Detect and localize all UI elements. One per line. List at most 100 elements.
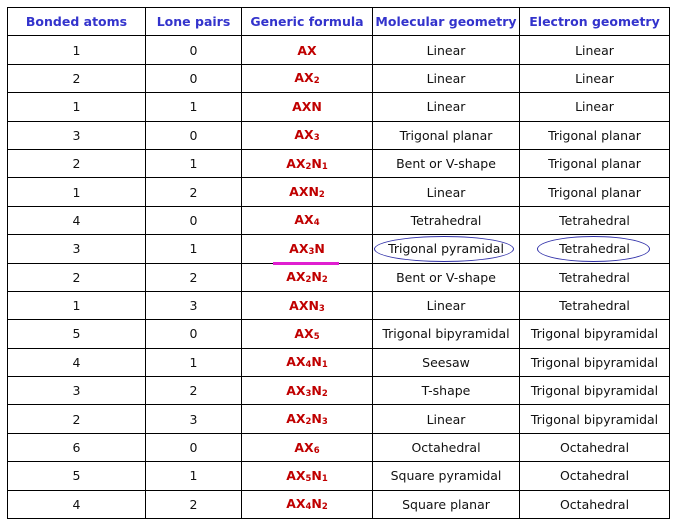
generic-formula-cell: AX2N1 [241,148,373,179]
generic-formula-cell: AX4N2 [241,489,373,520]
lone-pairs-cell: 0 [145,205,242,236]
lone-pairs-cell: 0 [145,35,242,65]
header-molecular-geometry: Molecular geometry [372,6,520,37]
generic-formula-cell: AX [241,35,373,65]
lone-pairs-cell: 3 [145,404,242,434]
lone-pairs-cell: 0 [145,120,242,150]
bonded-atoms-cell: 2 [7,404,146,434]
table-row: 1 2 AXN2 Linear Trigonal planar [7,177,670,207]
formula-text: AX2N1 [286,155,328,172]
table-row: 4 2 AX4N2 Square planar Octahedral [7,489,670,520]
electron-geometry-cell: Trigonal bipyramidal [519,319,670,349]
molecular-geometry-text: Trigonal bipyramidal [382,326,510,342]
formula-text: AX2 [294,70,320,87]
molecular-geometry-cell: Seesaw [372,347,520,378]
bonded-atoms-cell: 5 [7,461,146,491]
generic-formula-cell: AX3N [241,234,373,265]
formula-text: AX5N1 [286,467,328,484]
formula-text: AXN [292,99,322,115]
molecular-geometry-cell: Linear [372,92,520,122]
lone-pairs-cell: 0 [145,432,242,463]
molecular-geometry-text: Trigonal planar [399,127,493,143]
formula-text: AX2N3 [286,411,328,428]
molecular-geometry-cell: T-shape [372,376,520,406]
molecular-geometry-text: Bent or V-shape [396,156,496,172]
formula-text: AX5 [294,325,320,342]
generic-formula-cell: AX2N3 [241,404,373,434]
electron-geometry-cell: Tetrahedral [519,262,670,292]
bonded-atoms-cell: 3 [7,376,146,406]
molecular-geometry-cell: Bent or V-shape [372,148,520,179]
electron-geometry-cell: Tetrahedral [519,234,670,264]
bonded-atoms-cell: 2 [7,63,146,94]
bonded-atoms-cell: 1 [7,290,146,321]
table-row: 5 0 AX5 Trigonal bipyramidal Trigonal bipyra… [7,319,670,349]
molecular-geometry-text: Bent or V-shape [396,269,496,285]
lone-pairs-cell: 2 [145,262,242,292]
electron-geometry-text: Trigonal bipyramidal [530,354,659,370]
electron-geometry-text: Trigonal bipyramidal [530,383,659,399]
molecular-geometry-text: Tetrahedral [410,212,482,228]
electron-geometry-cell: Trigonal planar [519,120,670,150]
molecular-geometry-cell: Linear [372,177,520,207]
electron-geometry-text: Trigonal planar [548,156,641,172]
formula-text: AX2N2 [286,269,328,286]
lone-pairs-cell: 2 [145,489,242,520]
bonded-atoms-cell: 1 [7,177,146,207]
generic-formula-cell: AX2N2 [241,262,373,292]
molecular-geometry-cell: Linear [372,290,520,321]
table-row: 2 2 AX2N2 Bent or V-shape Tetrahedral [7,262,670,292]
lone-pairs-cell: 1 [145,461,242,491]
electron-geometry-text: Trigonal planar [548,184,641,200]
formula-text: AXN3 [289,297,325,314]
electron-geometry-text: Octahedral [559,468,630,484]
electron-geometry-cell: Tetrahedral [519,205,670,236]
molecular-geometry-text: Linear [426,298,466,314]
molecular-geometry-cell: Octahedral [372,432,520,463]
formula-text: AX6 [294,439,320,456]
bonded-atoms-cell: 3 [7,234,146,264]
lone-pairs-cell: 2 [145,177,242,207]
molecular-geometry-cell: Linear [372,63,520,94]
generic-formula-cell: AX5N1 [241,461,373,491]
generic-formula-cell: AX6 [241,432,373,463]
electron-geometry-text: Linear [575,99,614,115]
electron-geometry-cell: Trigonal bipyramidal [519,404,670,434]
molecular-geometry-cell: Trigonal planar [372,120,520,150]
molecular-geometry-cell: Linear [372,35,520,65]
table-row: 1 0 AX Linear Linear [7,35,670,65]
electron-geometry-cell: Octahedral [519,461,670,491]
table-row: 2 1 AX2N1 Bent or V-shape Trigonal planar [7,148,670,179]
header-electron-geometry: Electron geometry [519,6,670,37]
table-row: 6 0 AX6 Octahedral Octahedral [7,432,670,463]
generic-formula-cell: AX3 [241,120,373,150]
table-row: 5 1 AX5N1 Square pyramidal Octahedral [7,461,670,491]
electron-geometry-text: Tetrahedral [559,212,630,228]
electron-geometry-text: Tetrahedral [537,236,650,263]
generic-formula-cell: AX3N2 [241,376,373,406]
bonded-atoms-cell: 3 [7,120,146,150]
electron-geometry-cell: Octahedral [519,489,670,520]
table-row: 1 1 AXN Linear Linear [7,92,670,122]
vsepr-table: Bonded atoms Lone pairs Generic formula … [7,6,670,520]
bonded-atoms-cell: 2 [7,148,146,179]
molecular-geometry-text: Square pyramidal [390,468,502,484]
electron-geometry-cell: Trigonal bipyramidal [519,376,670,406]
bonded-atoms-cell: 1 [7,92,146,122]
molecular-geometry-text: Linear [426,411,466,427]
generic-formula-cell: AX2 [241,63,373,94]
molecular-geometry-text: Linear [426,42,466,58]
formula-text: AX4N1 [286,354,328,371]
molecular-geometry-text: Linear [426,184,466,200]
molecular-geometry-cell: Square pyramidal [372,461,520,491]
electron-geometry-text: Tetrahedral [559,269,630,285]
formula-text: AXN2 [289,184,325,201]
bonded-atoms-cell: 1 [7,35,146,65]
table-row: 4 1 AX4N1 Seesaw Trigonal bipyramidal [7,347,670,378]
formula-text: AX3N2 [286,382,328,399]
lone-pairs-cell: 1 [145,92,242,122]
molecular-geometry-cell: Square planar [372,489,520,520]
molecular-geometry-text: Trigonal pyramidal [374,236,514,263]
bonded-atoms-cell: 4 [7,205,146,236]
header-row: Bonded atoms Lone pairs Generic formula … [7,6,670,37]
